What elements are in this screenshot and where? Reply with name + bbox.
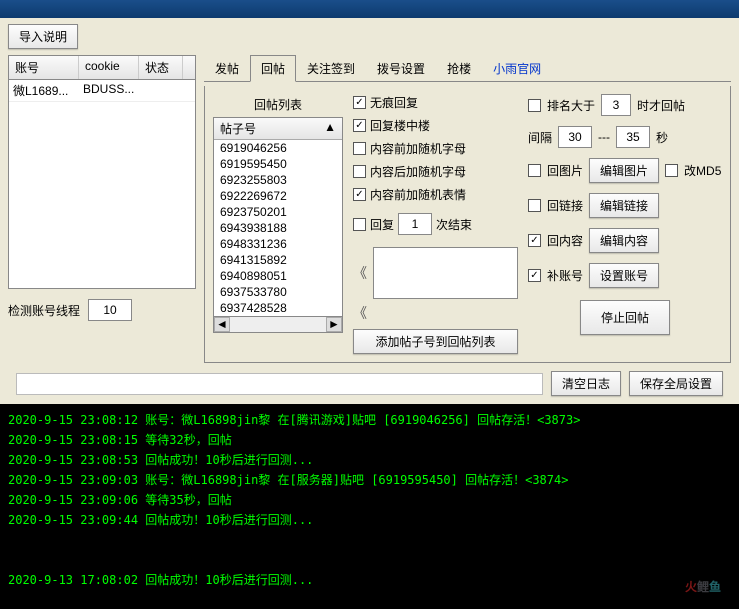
chk-content[interactable]: ✓ [528,234,541,247]
detect-label: 检测账号线程 [8,302,80,319]
edit-img-button[interactable]: 编辑图片 [589,158,659,183]
tab-2[interactable]: 关注签到 [296,55,366,81]
reply-panel: 回帖列表 帖子号 ▲ 69190462566919595450692325580… [204,86,731,363]
list-item[interactable]: 6923750201 [214,204,342,220]
log-console: 2020-9-15 23:08:12 账号：微L16898jin黎 在[腾讯游戏… [0,404,739,609]
list-item[interactable]: 6937533780 [214,284,342,300]
arrow-icon: 《 [353,303,367,323]
tab-4[interactable]: 抢楼 [436,55,482,81]
interval-max-input[interactable] [616,126,650,148]
save-all-button[interactable]: 保存全局设置 [629,371,723,396]
set-account-button[interactable]: 设置账号 [589,263,659,288]
chk-link[interactable] [528,199,541,212]
table-row[interactable]: 微L1689...BDUSS... [9,80,195,102]
list-item[interactable]: 6937428528 [214,300,342,316]
chk-traceless[interactable]: ✓ [353,96,366,109]
edit-content-button[interactable]: 编辑内容 [589,228,659,253]
tab-3[interactable]: 拨号设置 [366,55,436,81]
reply-times-input[interactable] [398,213,432,235]
list-item[interactable]: 6943938188 [214,220,342,236]
rank-input[interactable] [601,94,631,116]
list-item[interactable]: 6941315892 [214,252,342,268]
chk-floor[interactable]: ✓ [353,119,366,132]
accounts-table: 账号 cookie 状态 微L1689...BDUSS... [8,55,196,289]
chk-rank[interactable] [528,99,541,112]
list-item[interactable]: 6940898051 [214,268,342,284]
hscrollbar[interactable]: ◄ ► [213,317,343,333]
list-header[interactable]: 帖子号 [220,120,256,137]
chk-prefix-letter[interactable] [353,142,366,155]
tabs: 发帖回帖关注签到拨号设置抢楼小雨官网 [204,55,731,82]
title-bar [0,0,739,18]
post-listbox[interactable]: 帖子号 ▲ 6919046256691959545069232558036922… [213,117,343,317]
chk-suffix-letter[interactable] [353,165,366,178]
detect-threads-input[interactable] [88,299,132,321]
content-textarea-1[interactable] [373,247,518,299]
list-item[interactable]: 6922269672 [214,188,342,204]
th-id[interactable]: 账号 [9,56,79,79]
tab-5[interactable]: 小雨官网 [482,55,552,81]
th-status[interactable]: 状态 [139,56,183,79]
chk-supp[interactable]: ✓ [528,269,541,282]
arrow-icon: 《 [353,263,367,283]
list-item[interactable]: 6923255803 [214,172,342,188]
tab-0[interactable]: 发帖 [204,55,250,81]
status-input[interactable] [16,373,543,395]
interval-min-input[interactable] [558,126,592,148]
th-cookie[interactable]: cookie [79,56,139,79]
list-item[interactable]: 6919046256 [214,140,342,156]
scroll-left[interactable]: ◄ [214,317,230,332]
chk-reply-times[interactable] [353,218,366,231]
chk-img[interactable] [528,164,541,177]
edit-link-button[interactable]: 编辑链接 [589,193,659,218]
sort-icon[interactable]: ▲ [324,120,336,137]
list-item[interactable]: 6919595450 [214,156,342,172]
tab-1[interactable]: 回帖 [250,55,296,82]
chk-prefix-emoji[interactable]: ✓ [353,188,366,201]
chk-md5[interactable] [665,164,678,177]
scroll-right[interactable]: ► [326,317,342,332]
add-post-button[interactable]: 添加帖子号到回帖列表 [353,329,518,354]
clear-log-button[interactable]: 清空日志 [551,371,621,396]
list-label: 回帖列表 [213,94,343,117]
stop-reply-button[interactable]: 停止回帖 [580,300,670,335]
list-item[interactable]: 6948331236 [214,236,342,252]
import-button[interactable]: 导入说明 [8,24,78,49]
